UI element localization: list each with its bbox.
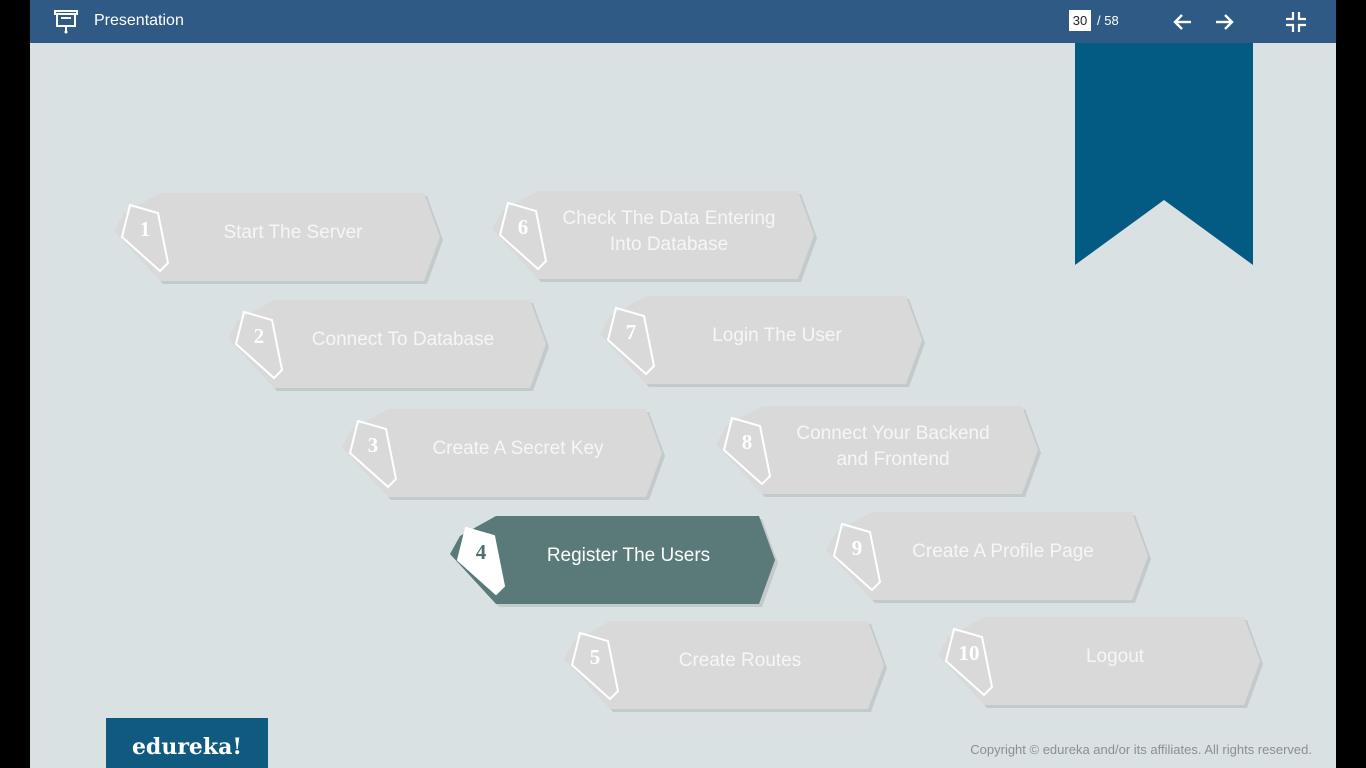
step-number: 4 [475,540,487,564]
presentation-icon[interactable] [52,7,80,35]
step-label: Logout [1085,646,1145,667]
step-number: 9 [851,536,863,560]
step-number: 3 [367,433,379,457]
step-5: 5 Create Routes [564,621,890,715]
step-number: 7 [625,320,637,344]
step-label: Create A Profile Page [912,541,1094,562]
step-3: 3 Create A Secret Key [342,409,668,503]
step-number: 10 [958,641,980,665]
arrow-right-icon[interactable] [1212,10,1236,34]
page-number-input[interactable] [1069,10,1091,31]
arrow-left-icon[interactable] [1171,10,1195,34]
presentation-toolbar: Presentation / 58 [30,0,1336,43]
step-label: Create Routes [678,650,802,671]
step-label: Connect To Database [311,329,495,350]
step-10: 10 Logout [938,617,1266,711]
step-number: 5 [589,645,601,669]
step-7: 7 Login The User [600,296,928,390]
step-number: 6 [517,215,529,239]
slide: 1 Start The Server 2 Connect To Database 3 Cr… [30,43,1336,768]
page-total: / 58 [1097,13,1119,28]
step-label: Start The Server [223,222,363,243]
step-label: Connect Your Backend and Frontend [796,423,990,470]
step-label: Login The User [712,325,842,346]
toolbar-title: Presentation [94,12,184,29]
steps-diagram: 1 Start The Server 2 Connect To Database 3 Cr… [30,43,1336,768]
exit-fullscreen-icon[interactable] [1284,10,1308,34]
step-number: 8 [741,430,753,454]
step-1: 1 Start The Server [114,193,446,287]
step-6: 6 Check The Data Entering Into Database [492,191,820,285]
step-label: Register The Users [546,545,711,566]
step-label: Create A Secret Key [432,438,604,459]
step-4: 4 Register The Users [450,516,781,610]
step-8: 8 Connect Your Backend and Frontend [716,406,1044,500]
copyright-text: Copyright © edureka and/or its affiliate… [970,742,1312,757]
step-2: 2 Connect To Database [228,300,552,394]
step-label: Check The Data Entering Into Database [562,208,776,255]
step-number: 1 [139,217,151,241]
edureka-logo: edureka! [106,718,268,768]
step-9: 9 Create A Profile Page [826,512,1154,606]
step-number: 2 [253,324,265,348]
